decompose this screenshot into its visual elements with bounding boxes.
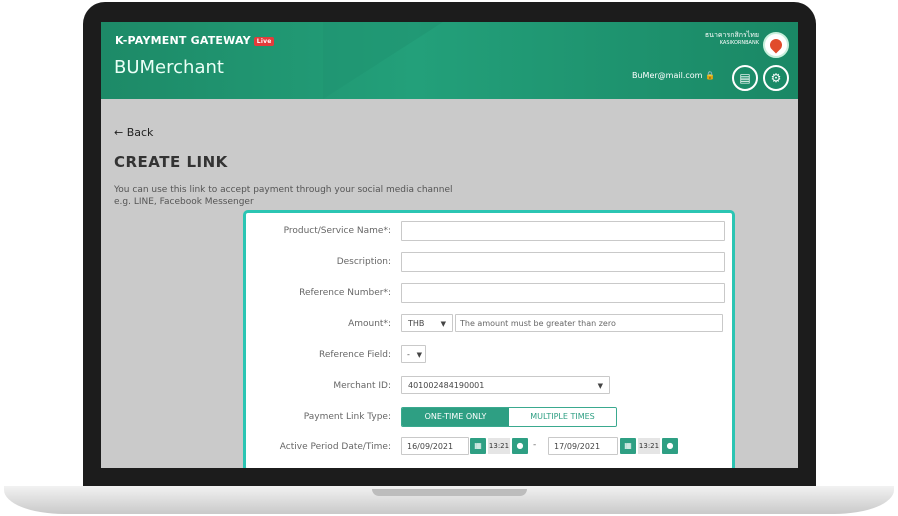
live-badge: Live [253,36,275,46]
page-title: CREATE LINK [114,153,228,171]
reference-number-label: Reference Number*: [299,288,391,298]
product-label: Product/Service Name*: [283,226,391,236]
lock-icon: 🔒 [705,71,715,80]
laptop-notch [372,489,527,496]
end-date-input[interactable]: 17/09/2021 [548,437,618,455]
app-header: K-PAYMENT GATEWAY Live BUMerchant ธนาคารก… [101,22,798,99]
active-period-label: Active Period Date/Time: [279,442,391,452]
multiple-times-option[interactable]: MULTIPLE TIMES [509,408,616,426]
row-amount: Amount*: THB ▼ The amount must be greate… [246,314,732,336]
row-active-period: Active Period Date/Time: 16/09/2021 ▦ 13… [246,437,732,459]
gear-icon: ⚙ [770,71,782,85]
description-line-1: You can use this link to accept payment … [114,185,453,195]
user-email[interactable]: BuMer@mail.com 🔒 [632,71,715,80]
bank-logo-icon [763,32,789,58]
row-reference-field: Reference Field: - ▼ [246,345,732,367]
end-clock-button[interactable]: ● [662,438,678,454]
chevron-down-icon: ▼ [597,382,603,390]
bank-name-thai: ธนาคารกสิกรไทย [704,31,759,39]
brand-title: K-PAYMENT GATEWAY Live [115,34,275,47]
row-payment-type: Payment Link Type: ONE-TIME ONLY MULTIPL… [246,407,732,429]
merchant-id-value: 401002484190001 [408,381,485,390]
screen: K-PAYMENT GATEWAY Live BUMerchant ธนาคารก… [101,22,798,468]
calendar-icon: ▦ [474,441,482,450]
end-calendar-button[interactable]: ▦ [620,438,636,454]
settings-button[interactable]: ⚙ [763,65,789,91]
bank-name: ธนาคารกสิกรไทย KASIKORNBANK [684,31,759,47]
amount-label: Amount*: [348,319,391,329]
row-product: Product/Service Name*: [246,221,732,243]
merchant-name: BUMerchant [114,57,224,78]
clipboard-icon: ▤ [739,71,751,85]
chevron-down-icon: ▼ [440,320,446,328]
back-label: Back [126,126,154,139]
main-content: ← Back CREATE LINK You can use this link… [101,99,798,468]
merchant-id-select[interactable]: 401002484190001 ▼ [401,376,610,394]
arrow-left-icon: ← [114,126,124,139]
header-decoration [323,22,443,99]
reference-field-select[interactable]: - ▼ [401,345,426,363]
back-link[interactable]: ← Back [114,126,153,139]
one-time-option[interactable]: ONE-TIME ONLY [402,408,509,426]
currency-select[interactable]: THB ▼ [401,314,453,332]
date-separator: - [533,440,537,450]
reference-field-label: Reference Field: [319,350,391,360]
row-description: Description: [246,252,732,274]
row-merchant-id: Merchant ID: 401002484190001 ▼ [246,376,732,398]
amount-input[interactable]: The amount must be greater than zero [455,314,723,332]
start-calendar-button[interactable]: ▦ [470,438,486,454]
description-line-2: e.g. LINE, Facebook Messenger [114,197,254,207]
reference-number-input[interactable] [401,283,725,303]
chevron-down-icon: ▼ [416,351,422,359]
create-link-form: Product/Service Name*: Description: Refe… [243,210,735,468]
merchant-id-label: Merchant ID: [333,381,391,391]
user-email-text: BuMer@mail.com [632,71,703,80]
description-input[interactable] [401,252,725,272]
start-date-input[interactable]: 16/09/2021 [401,437,469,455]
end-time-input[interactable]: 13:21 [638,438,660,454]
product-input[interactable] [401,221,725,241]
page-description: You can use this link to accept payment … [114,184,534,208]
clock-icon: ● [516,441,524,450]
clipboard-button[interactable]: ▤ [732,65,758,91]
start-clock-button[interactable]: ● [512,438,528,454]
payment-type-toggle: ONE-TIME ONLY MULTIPLE TIMES [401,407,617,427]
reference-field-value: - [407,350,410,359]
row-reference-number: Reference Number*: [246,283,732,305]
brand-text: K-PAYMENT GATEWAY [115,34,251,47]
currency-value: THB [408,319,425,328]
calendar-icon: ▦ [624,441,632,450]
bank-name-english: KASIKORNBANK [719,40,759,46]
payment-type-label: Payment Link Type: [303,412,391,422]
description-label: Description: [336,257,391,267]
clock-icon: ● [666,441,674,450]
start-time-input[interactable]: 13:21 [488,438,510,454]
